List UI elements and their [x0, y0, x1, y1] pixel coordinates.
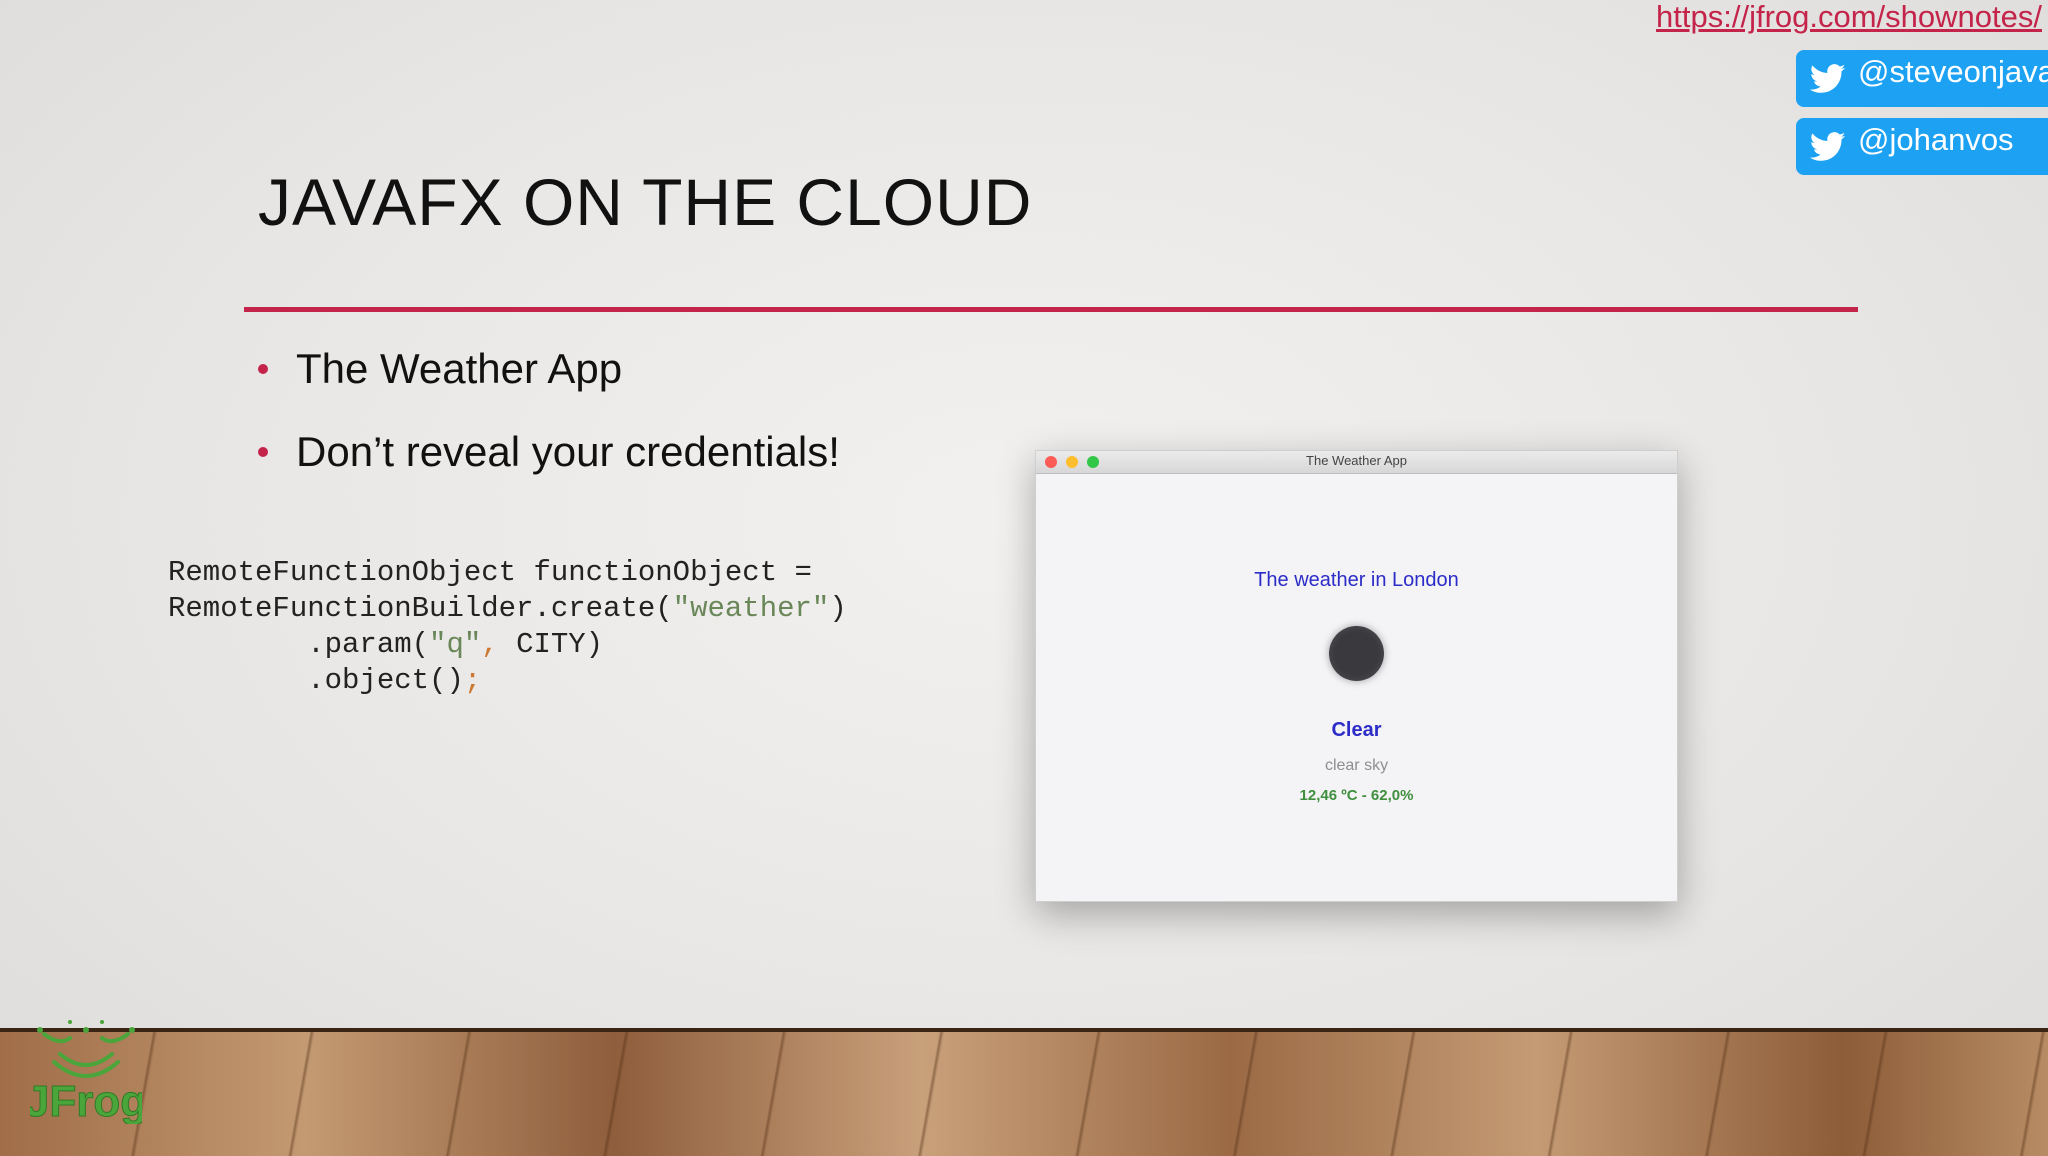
twitter-handle: @steveonjava	[1858, 54, 2048, 89]
window-titlebar[interactable]: The Weather App	[1036, 451, 1677, 474]
weather-condition: Clear	[1331, 719, 1382, 741]
clear-weather-icon	[1329, 626, 1384, 681]
code-line-2: RemoteFunctionBuilder.create("weather")	[168, 592, 847, 625]
code-string: "q"	[429, 628, 482, 661]
twitter-badge-johanvos[interactable]: @johanvos	[1796, 118, 2048, 175]
wood-floor	[0, 1028, 2048, 1156]
window-content: The weather in London Clear clear sky 12…	[1036, 474, 1677, 901]
title-divider	[244, 307, 1858, 312]
code-token: .object()	[168, 664, 464, 697]
code-token: CITY)	[498, 628, 604, 661]
shownotes-link[interactable]: https://jfrog.com/shownotes/	[1656, 0, 2042, 34]
weather-heading: The weather in London	[1254, 569, 1459, 591]
slide: https://jfrog.com/shownotes/ @steveonjav…	[0, 0, 2048, 1156]
code-line-1: RemoteFunctionObject functionObject =	[168, 556, 812, 589]
weather-app-window: The Weather App The weather in London Cl…	[1035, 450, 1678, 902]
bullet-dot-icon	[258, 364, 268, 374]
bullet-item: Don’t reveal your credentials!	[258, 423, 840, 481]
bullet-list: The Weather App Don’t reveal your creden…	[258, 340, 840, 506]
code-token: ;	[463, 664, 482, 697]
svg-text:JFrog: JFrog	[30, 1077, 142, 1124]
bullet-item: The Weather App	[258, 340, 840, 398]
code-token: RemoteFunctionBuilder.create(	[168, 592, 673, 625]
code-string: "weather"	[672, 592, 830, 625]
code-line-4: .object();	[168, 664, 481, 697]
code-token: .param(	[168, 628, 430, 661]
twitter-bird-icon	[1810, 132, 1846, 161]
twitter-bird-icon	[1810, 64, 1846, 93]
weather-description: clear sky	[1324, 757, 1389, 774]
code-token: ,	[481, 628, 499, 661]
twitter-badge-steveonjava[interactable]: @steveonjava	[1796, 50, 2048, 107]
bullet-text: The Weather App	[296, 345, 623, 392]
slide-title: JAVAFX ON THE CLOUD	[258, 165, 1033, 240]
code-line-3: .param("q", CITY)	[168, 628, 603, 661]
jfrog-logo: JFrog	[30, 1020, 142, 1124]
weather-temperature: 12,46 ºC - 62,0%	[1299, 787, 1414, 804]
code-token: )	[829, 592, 847, 625]
bullet-dot-icon	[258, 447, 268, 457]
bullet-text: Don’t reveal your credentials!	[296, 428, 840, 475]
twitter-handle: @johanvos	[1858, 122, 2014, 157]
window-title: The Weather App	[1306, 453, 1407, 468]
code-snippet: RemoteFunctionObject functionObject = Re…	[168, 555, 847, 699]
